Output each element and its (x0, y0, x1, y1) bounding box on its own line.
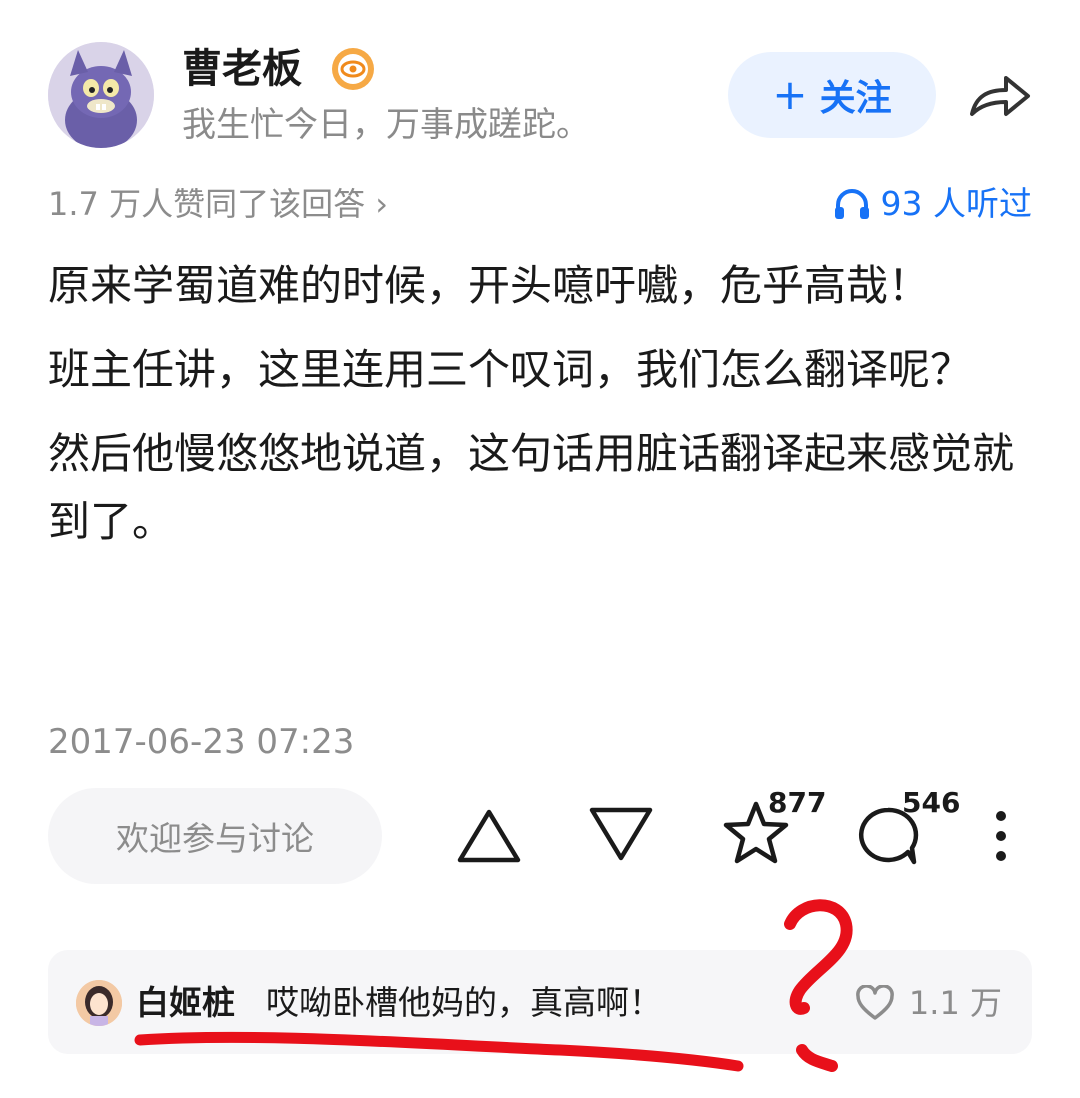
more-icon[interactable] (990, 808, 1012, 864)
commenter-name[interactable]: 白姬桩 (136, 980, 235, 1026)
comment-input[interactable]: 欢迎参与讨论 (48, 788, 382, 884)
plus-icon: + (772, 70, 808, 119)
commenter-avatar[interactable] (76, 980, 122, 1026)
comments-count: 546 (902, 786, 961, 819)
downvote-button[interactable] (588, 806, 654, 864)
cartoon-cat-avatar-image (48, 42, 154, 148)
downvote-icon (589, 807, 653, 861)
author-name[interactable]: 曹老板 (182, 44, 302, 94)
listen-count[interactable]: 93 人听过 (833, 182, 1032, 226)
content-paragraph: 原来学蜀道难的时候，开头噫吁嚱，危乎高哉！ (48, 261, 931, 310)
headphone-icon (834, 189, 869, 219)
hot-comment[interactable]: 白姬桩 哎呦卧槽他妈的，真高啊！ 1.1 万 (48, 950, 1032, 1054)
content-paragraph: 然后他慢悠悠地说道，这句话用脏话翻译起来感觉就到了。 (48, 429, 1015, 546)
commenter-avatar-image (76, 980, 122, 1026)
content-paragraph: 班主任讲，这里连用三个叹词，我们怎么翻译呢？ (48, 345, 973, 394)
badge-icon (332, 48, 374, 90)
agree-count-link[interactable]: 1.7 万人赞同了该回答 › (48, 182, 388, 226)
upvote-button[interactable] (456, 806, 522, 864)
comment-text: 哎呦卧槽他妈的，真高啊！ (266, 983, 662, 1022)
share-icon[interactable] (966, 68, 1032, 124)
heart-icon (856, 985, 894, 1020)
upvote-icon (457, 809, 521, 863)
answer-content: 原来学蜀道难的时候，开头噫吁嚱，危乎高哉！ 班主任讲，这里连用三个叹词，我们怎么… (48, 252, 1048, 572)
follow-label: 关注 (819, 78, 892, 119)
author-bio: 我生忙今日，万事成蹉跎。 (182, 105, 590, 145)
comment-like-button[interactable]: 1.1 万 (855, 980, 1002, 1026)
follow-button[interactable]: + 关注 (728, 52, 936, 138)
post-timestamp: 2017-06-23 07:23 (48, 722, 355, 762)
author-avatar[interactable] (48, 42, 154, 148)
favorites-count: 877 (768, 786, 827, 819)
listen-count-text: 93 人听过 (880, 184, 1032, 223)
comment-like-count: 1.1 万 (908, 984, 1002, 1022)
